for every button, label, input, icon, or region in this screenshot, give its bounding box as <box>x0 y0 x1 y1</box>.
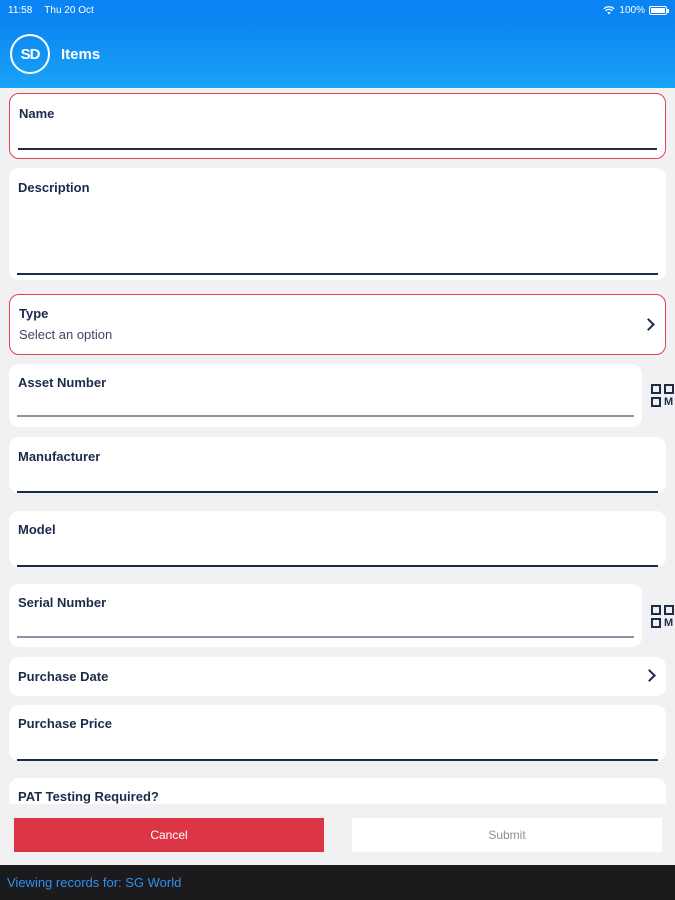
submit-button[interactable]: Submit <box>352 818 662 852</box>
pat-testing-field[interactable]: PAT Testing Required? <box>9 778 666 804</box>
status-date: Thu 20 Oct <box>44 4 94 16</box>
asset-number-field[interactable]: Asset Number <box>9 364 642 427</box>
qr-code-scan-icon[interactable]: M <box>651 605 675 629</box>
name-underline <box>18 148 657 150</box>
serial-number-field[interactable]: Serial Number <box>9 584 642 647</box>
app-logo: SD <box>10 34 50 74</box>
model-underline <box>17 565 658 567</box>
item-form: Name Description Type Select an option A… <box>0 88 675 804</box>
purchase-price-underline <box>17 759 658 761</box>
wifi-icon <box>603 5 616 14</box>
description-underline <box>17 273 658 275</box>
purchase-price-field[interactable]: Purchase Price <box>9 705 666 761</box>
type-select[interactable]: Type Select an option <box>9 294 666 355</box>
type-placeholder: Select an option <box>19 327 113 342</box>
purchase-price-label: Purchase Price <box>18 716 112 731</box>
cancel-button[interactable]: Cancel <box>14 818 324 852</box>
battery-icon <box>649 5 669 15</box>
name-field[interactable]: Name <box>9 93 666 159</box>
manufacturer-underline <box>17 491 658 493</box>
purchase-date-select[interactable]: Purchase Date <box>9 657 666 696</box>
type-label: Type <box>19 306 49 321</box>
model-label: Model <box>18 522 56 537</box>
chevron-right-icon <box>642 318 655 331</box>
name-label: Name <box>19 106 55 121</box>
status-time: 11:58 <box>8 4 33 16</box>
pat-testing-label: PAT Testing Required? <box>18 789 159 804</box>
description-field[interactable]: Description <box>9 168 666 280</box>
description-label: Description <box>18 180 90 195</box>
qr-code-scan-icon[interactable]: M <box>651 384 675 408</box>
purchase-date-label: Purchase Date <box>18 669 109 684</box>
footer-status: Viewing records for: SG World <box>0 865 675 900</box>
asset-number-label: Asset Number <box>18 375 107 390</box>
battery-percent: 100% <box>619 4 645 16</box>
asset-number-underline <box>17 415 634 417</box>
serial-number-underline <box>17 636 634 638</box>
manufacturer-label: Manufacturer <box>18 449 101 464</box>
serial-number-label: Serial Number <box>18 595 107 610</box>
viewing-records-text: Viewing records for: SG World <box>7 875 182 890</box>
page-title: Items <box>61 45 101 63</box>
manufacturer-field[interactable]: Manufacturer <box>9 437 666 493</box>
model-field[interactable]: Model <box>9 511 666 567</box>
nav-bar: SD Items <box>0 20 675 88</box>
chevron-right-icon <box>643 669 656 682</box>
status-bar: 11:58 Thu 20 Oct 100% <box>0 0 675 20</box>
